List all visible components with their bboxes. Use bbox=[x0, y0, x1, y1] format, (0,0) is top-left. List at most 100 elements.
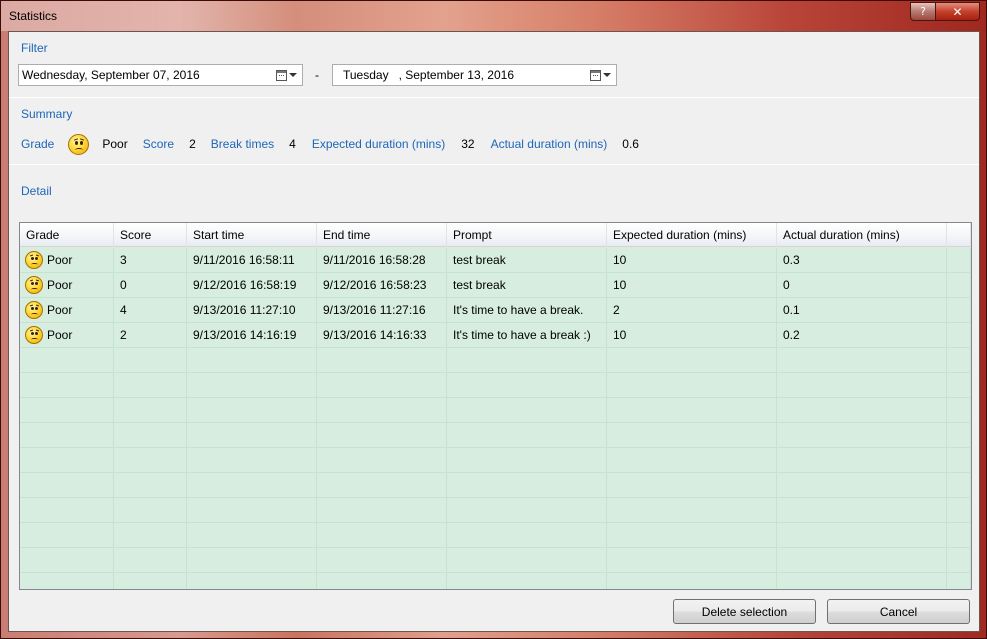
sad-face-icon bbox=[25, 251, 43, 269]
cell-prompt: It's time to have a break :) bbox=[447, 323, 607, 347]
end-date-value[interactable]: Tuesday , September 13, 2016 bbox=[343, 68, 514, 82]
summary-expected-duration-value: 32 bbox=[461, 137, 475, 151]
sad-face-icon bbox=[68, 133, 90, 155]
cell-start-time: 9/12/2016 16:58:19 bbox=[187, 273, 317, 297]
summary-score-label: Score bbox=[142, 137, 175, 151]
summary-grade-label: Grade bbox=[21, 137, 55, 151]
empty-row bbox=[20, 423, 971, 448]
empty-row bbox=[20, 573, 971, 589]
summary-break-times-value: 4 bbox=[289, 137, 296, 151]
empty-row bbox=[20, 448, 971, 473]
table-row[interactable]: Poor 3 9/11/2016 16:58:11 9/11/2016 16:5… bbox=[20, 248, 971, 273]
grade-text: Poor bbox=[47, 278, 73, 292]
summary-expected-duration-label: Expected duration (mins) bbox=[311, 137, 446, 151]
start-date-dropdown-button[interactable] bbox=[276, 68, 298, 82]
column-header-score[interactable]: Score bbox=[114, 223, 187, 247]
grade-text: Poor bbox=[47, 328, 73, 342]
close-button[interactable]: ✕ bbox=[936, 2, 980, 21]
column-header-prompt[interactable]: Prompt bbox=[447, 223, 607, 247]
grid-header: Grade Score Start time End time Prompt E… bbox=[20, 223, 971, 247]
end-date-dropdown-button[interactable] bbox=[590, 68, 612, 82]
cell-expected-duration: 10 bbox=[607, 323, 777, 347]
summary-actual-duration-value: 0.6 bbox=[622, 137, 639, 151]
divider bbox=[9, 97, 979, 98]
summary-score-value: 2 bbox=[189, 137, 196, 151]
date-range-separator: - bbox=[315, 68, 319, 82]
grid-body: Poor 3 9/11/2016 16:58:11 9/11/2016 16:5… bbox=[20, 248, 971, 589]
cell-actual-duration: 0.3 bbox=[777, 248, 947, 272]
cell-filler bbox=[947, 248, 971, 272]
cell-prompt: test break bbox=[447, 248, 607, 272]
grade-text: Poor bbox=[47, 303, 73, 317]
table-row[interactable]: Poor 0 9/12/2016 16:58:19 9/12/2016 16:5… bbox=[20, 273, 971, 298]
start-date-value[interactable]: Wednesday, September 07, 2016 bbox=[22, 68, 200, 82]
cell-score: 4 bbox=[114, 298, 187, 322]
sad-face-icon bbox=[25, 276, 43, 294]
column-header-actual-duration[interactable]: Actual duration (mins) bbox=[777, 223, 947, 247]
sad-face-icon bbox=[25, 301, 43, 319]
empty-row bbox=[20, 348, 971, 373]
dialog-window: Statistics ? ✕ Filter Wednesday, Septemb… bbox=[0, 0, 987, 639]
cell-start-time: 9/13/2016 11:27:10 bbox=[187, 298, 317, 322]
column-header-start-time[interactable]: Start time bbox=[187, 223, 317, 247]
cell-start-time: 9/13/2016 14:16:19 bbox=[187, 323, 317, 347]
calendar-icon bbox=[276, 69, 287, 81]
column-header-expected-duration[interactable]: Expected duration (mins) bbox=[607, 223, 777, 247]
cell-prompt: It's time to have a break. bbox=[447, 298, 607, 322]
summary-section-label: Summary bbox=[21, 107, 73, 121]
cell-start-time: 9/11/2016 16:58:11 bbox=[187, 248, 317, 272]
cell-score: 0 bbox=[114, 273, 187, 297]
summary-break-times-label: Break times bbox=[210, 137, 275, 151]
calendar-icon bbox=[590, 69, 601, 81]
cell-prompt: test break bbox=[447, 273, 607, 297]
column-header-end-time[interactable]: End time bbox=[317, 223, 447, 247]
empty-row bbox=[20, 398, 971, 423]
start-date-picker[interactable]: Wednesday, September 07, 2016 bbox=[18, 64, 303, 86]
empty-row bbox=[20, 498, 971, 523]
divider bbox=[9, 164, 979, 165]
cell-expected-duration: 10 bbox=[607, 248, 777, 272]
cancel-button[interactable]: Cancel bbox=[827, 599, 970, 624]
summary-grade-value: Poor bbox=[102, 137, 128, 151]
cell-end-time: 9/13/2016 14:16:33 bbox=[317, 323, 447, 347]
cell-filler bbox=[947, 323, 971, 347]
column-header-filler bbox=[947, 223, 971, 247]
title-bar[interactable]: Statistics ? ✕ bbox=[1, 1, 986, 31]
dialog-client-area: Filter Wednesday, September 07, 2016 - T… bbox=[8, 31, 980, 632]
empty-row bbox=[20, 548, 971, 573]
grade-text: Poor bbox=[47, 253, 73, 267]
cell-expected-duration: 2 bbox=[607, 298, 777, 322]
detail-section-label: Detail bbox=[21, 184, 52, 198]
empty-row bbox=[20, 373, 971, 398]
delete-selection-button[interactable]: Delete selection bbox=[673, 599, 816, 624]
help-button[interactable]: ? bbox=[910, 2, 936, 21]
cell-grade: Poor bbox=[20, 273, 114, 297]
cell-score: 2 bbox=[114, 323, 187, 347]
cell-filler bbox=[947, 298, 971, 322]
cell-actual-duration: 0.1 bbox=[777, 298, 947, 322]
detail-grid[interactable]: Grade Score Start time End time Prompt E… bbox=[19, 222, 972, 590]
cell-filler bbox=[947, 273, 971, 297]
column-header-grade[interactable]: Grade bbox=[20, 223, 114, 247]
summary-actual-duration-label: Actual duration (mins) bbox=[490, 137, 608, 151]
cell-expected-duration: 10 bbox=[607, 273, 777, 297]
empty-row bbox=[20, 523, 971, 548]
cell-actual-duration: 0 bbox=[777, 273, 947, 297]
table-row[interactable]: Poor 4 9/13/2016 11:27:10 9/13/2016 11:2… bbox=[20, 298, 971, 323]
cell-grade: Poor bbox=[20, 298, 114, 322]
sad-face-icon bbox=[25, 326, 43, 344]
cell-actual-duration: 0.2 bbox=[777, 323, 947, 347]
end-date-picker[interactable]: Tuesday , September 13, 2016 bbox=[332, 64, 617, 86]
summary-row: Grade Poor Score 2 Break times 4 Expecte… bbox=[21, 132, 639, 156]
cell-end-time: 9/13/2016 11:27:16 bbox=[317, 298, 447, 322]
chevron-down-icon bbox=[603, 73, 611, 77]
cell-grade: Poor bbox=[20, 323, 114, 347]
table-row[interactable]: Poor 2 9/13/2016 14:16:19 9/13/2016 14:1… bbox=[20, 323, 971, 348]
cell-end-time: 9/11/2016 16:58:28 bbox=[317, 248, 447, 272]
window-controls: ? ✕ bbox=[910, 2, 980, 21]
chevron-down-icon bbox=[289, 73, 297, 77]
cell-grade: Poor bbox=[20, 248, 114, 272]
filter-section-label: Filter bbox=[21, 41, 48, 55]
cell-score: 3 bbox=[114, 248, 187, 272]
empty-row bbox=[20, 473, 971, 498]
